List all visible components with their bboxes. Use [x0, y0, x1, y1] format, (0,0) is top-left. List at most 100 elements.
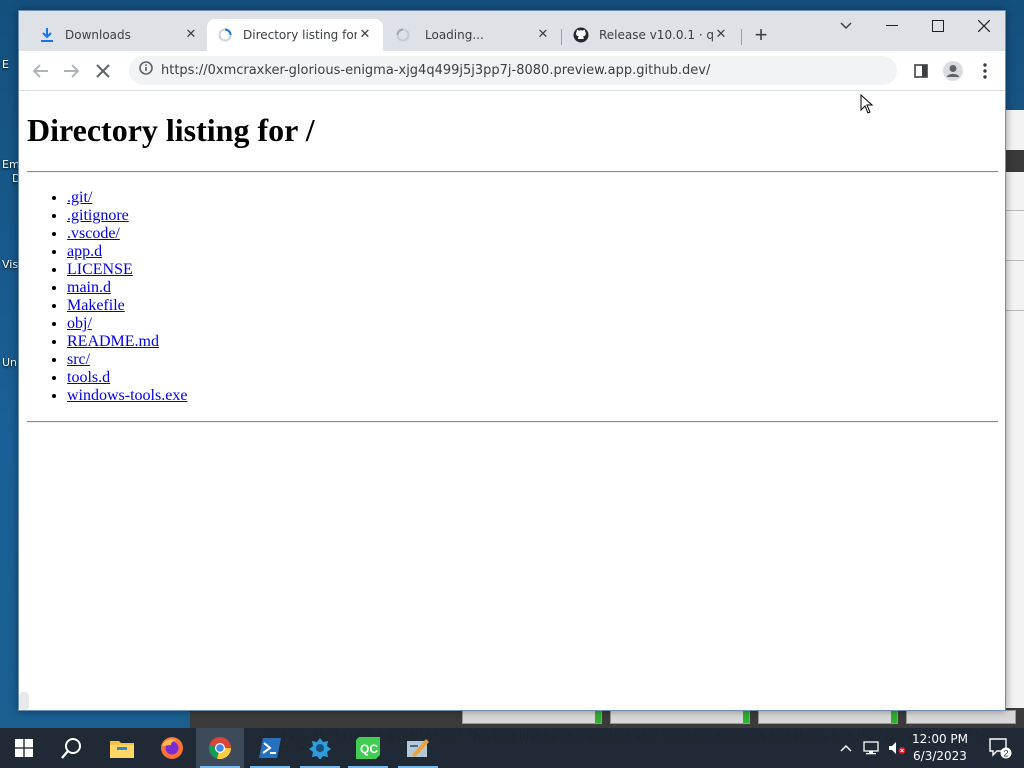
desktop-icon-label[interactable]: Un [2, 356, 17, 369]
file-link[interactable]: Makefile [67, 297, 125, 314]
file-link[interactable]: .gitignore [67, 207, 129, 224]
close-window-button[interactable] [961, 11, 1005, 41]
back-button[interactable] [27, 57, 55, 85]
network-status[interactable] [858, 728, 884, 768]
file-link[interactable]: LICENSE [67, 261, 133, 278]
tab-title: Directory listing for / [243, 28, 357, 42]
side-panel-button[interactable] [907, 57, 935, 85]
desktop-icon-label[interactable]: Vis [2, 258, 18, 271]
speaker-muted-icon [889, 742, 906, 754]
chevron-up-icon [840, 744, 852, 752]
close-icon[interactable]: ✕ [713, 27, 729, 43]
tab-title: Loading... [425, 28, 484, 42]
notification-count: 2 [1004, 749, 1009, 759]
minimize-button[interactable] [869, 11, 915, 41]
profile-button[interactable] [939, 57, 967, 85]
site-info-icon[interactable] [139, 61, 153, 80]
svg-text:QC: QC [360, 742, 378, 756]
notification-icon: 2 [989, 738, 1012, 759]
minimize-icon [886, 25, 898, 26]
divider [27, 421, 998, 423]
stop-loading-button[interactable] [89, 57, 117, 85]
file-link[interactable]: tools.d [67, 369, 110, 386]
start-button[interactable] [0, 728, 48, 768]
taskbar-firefox[interactable] [148, 728, 196, 768]
search-icon [61, 738, 81, 759]
taskbar-chrome[interactable] [196, 728, 244, 768]
clock[interactable]: 12:00 PM 6/3/2023 [912, 731, 968, 765]
tab-github-release[interactable]: Release v10.0.1 · qt-c ✕ [563, 19, 739, 51]
tool-icon [407, 739, 429, 757]
browser-toolbar: https://0xmcraxker-glorious-enigma-xjg4q… [19, 51, 1005, 91]
list-item: windows-tools.exe [67, 387, 187, 405]
menu-button[interactable] [971, 57, 999, 85]
taskbar-tool[interactable] [394, 728, 442, 768]
url-text[interactable]: https://0xmcraxker-glorious-enigma-xjg4q… [161, 63, 710, 78]
taskbar: ould you like to take a quick UI tour? T… [0, 728, 1024, 768]
powershell-icon [259, 738, 281, 758]
download-icon [39, 27, 55, 43]
desktop-icon-label[interactable]: E [2, 58, 9, 71]
chrome-icon [209, 737, 232, 760]
list-item: tools.d [67, 369, 187, 387]
file-link[interactable]: README.md [67, 333, 159, 350]
github-icon [573, 27, 589, 43]
app-icon [309, 738, 331, 759]
scrollbar-stub [19, 692, 29, 710]
divider [27, 171, 998, 173]
list-item: main.d [67, 279, 187, 297]
list-item: src/ [67, 351, 187, 369]
new-tab-button[interactable]: + [747, 24, 775, 48]
action-center-button[interactable]: 2 [976, 728, 1024, 768]
forward-arrow-icon [64, 64, 79, 78]
clock-time: 12:00 PM [912, 732, 968, 746]
tab-title: Release v10.0.1 · qt-c [599, 28, 713, 42]
list-item: obj/ [67, 315, 187, 333]
tab-downloads[interactable]: Downloads ✕ [29, 19, 209, 51]
list-item: LICENSE [67, 261, 187, 279]
close-icon[interactable]: ✕ [535, 27, 551, 43]
taskbar-file-explorer[interactable] [98, 728, 146, 768]
avatar-icon [943, 61, 963, 81]
side-panel-icon [914, 64, 928, 78]
taskbar-search[interactable] [48, 728, 96, 768]
volume-muted-status[interactable] [884, 728, 910, 768]
list-item: README.md [67, 333, 187, 351]
file-link[interactable]: main.d [67, 279, 111, 296]
file-link[interactable]: src/ [67, 351, 90, 368]
close-icon [978, 20, 990, 32]
firefox-icon [161, 737, 183, 759]
kebab-menu-icon [983, 63, 987, 79]
show-hidden-icons-button[interactable] [834, 728, 858, 768]
file-link[interactable]: app.d [67, 243, 102, 260]
mouse-cursor-icon [860, 94, 874, 114]
forward-button[interactable] [57, 57, 85, 85]
folder-icon [110, 741, 134, 758]
windows-logo-icon [15, 739, 33, 757]
taskbar-powershell[interactable] [246, 728, 294, 768]
list-item: .gitignore [67, 207, 187, 225]
taskbar-qt-creator[interactable]: QC [344, 728, 392, 768]
taskbar-app[interactable] [296, 728, 344, 768]
tab-directory-listing[interactable]: Directory listing for / ✕ [207, 19, 383, 51]
list-item: .git/ [67, 189, 187, 207]
chevron-down-icon [840, 22, 852, 30]
list-item: app.d [67, 243, 187, 261]
address-bar[interactable]: https://0xmcraxker-glorious-enigma-xjg4q… [129, 56, 897, 85]
tab-loading[interactable]: Loading... ✕ [385, 19, 561, 51]
file-link[interactable]: obj/ [67, 315, 92, 332]
file-link[interactable]: .git/ [67, 189, 92, 206]
file-link[interactable]: windows-tools.exe [67, 387, 187, 404]
background-window-edge [1004, 110, 1024, 710]
maximize-button[interactable] [915, 11, 961, 41]
page-heading: Directory listing for / [27, 112, 315, 148]
file-link[interactable]: .vscode/ [67, 225, 120, 242]
loading-spinner-icon [217, 27, 233, 43]
loading-spinner-icon [395, 27, 411, 43]
close-icon[interactable]: ✕ [357, 27, 373, 43]
close-icon[interactable]: ✕ [183, 27, 199, 43]
tab-strip: Downloads ✕ Directory listing for / ✕ Lo… [19, 11, 1005, 51]
back-arrow-icon [33, 64, 48, 78]
tab-search-button[interactable] [823, 11, 869, 41]
stop-icon [96, 64, 110, 78]
